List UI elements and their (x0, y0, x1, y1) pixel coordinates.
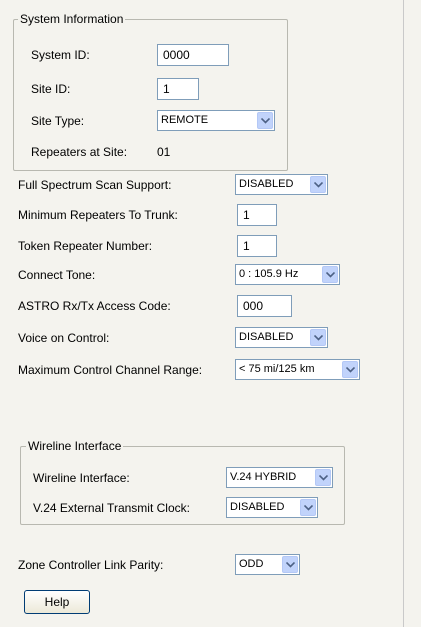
system-id-label: System ID: (31, 48, 90, 62)
parity-label: Zone Controller Link Parity: (18, 558, 164, 572)
transmit-clock-label: V.24 External Transmit Clock: (33, 501, 190, 515)
min-repeaters-input[interactable]: 1 (237, 204, 277, 226)
chevron-down-icon[interactable] (310, 329, 326, 346)
transmit-clock-select[interactable]: DISABLED (226, 497, 318, 518)
full-spectrum-select[interactable]: DISABLED (235, 174, 328, 195)
help-button[interactable]: Help (24, 590, 90, 614)
wireline-interface-select[interactable]: V.24 HYBRID (226, 467, 333, 488)
astro-label: ASTRO Rx/Tx Access Code: (18, 299, 171, 313)
chevron-down-icon[interactable] (310, 176, 326, 193)
panel-edge (403, 0, 404, 627)
voice-control-select[interactable]: DISABLED (235, 327, 328, 348)
chevron-down-icon[interactable] (257, 112, 273, 129)
chevron-down-icon[interactable] (315, 469, 331, 486)
wireline-interface-value: V.24 HYBRID (230, 471, 297, 483)
transmit-clock-value: DISABLED (230, 501, 285, 513)
token-repeater-input[interactable]: 1 (237, 235, 277, 257)
connect-tone-select[interactable]: 0 : 105.9 Hz (235, 264, 340, 285)
site-id-input[interactable]: 1 (157, 78, 199, 100)
site-type-label: Site Type: (31, 114, 85, 128)
connect-tone-value: 0 : 105.9 Hz (239, 268, 299, 280)
voice-control-label: Voice on Control: (18, 331, 110, 345)
chevron-down-icon[interactable] (282, 556, 298, 573)
parity-select[interactable]: ODD (235, 554, 300, 575)
system-info-legend: System Information (18, 12, 126, 26)
max-range-label: Maximum Control Channel Range: (18, 363, 203, 377)
full-spectrum-value: DISABLED (239, 178, 294, 190)
token-repeater-label: Token Repeater Number: (18, 239, 153, 253)
voice-control-value: DISABLED (239, 331, 294, 343)
full-spectrum-label: Full Spectrum Scan Support: (18, 178, 172, 192)
site-type-select[interactable]: REMOTE (157, 110, 275, 131)
astro-input[interactable]: 000 (237, 295, 292, 317)
chevron-down-icon[interactable] (300, 499, 316, 516)
parity-value: ODD (239, 558, 264, 570)
system-id-input[interactable]: 0000 (157, 44, 229, 66)
chevron-down-icon[interactable] (342, 361, 358, 378)
wireline-interface-label: Wireline Interface: (33, 471, 130, 485)
repeaters-value: 01 (157, 145, 171, 159)
connect-tone-label: Connect Tone: (18, 268, 96, 282)
wireline-legend: Wireline Interface (26, 439, 124, 453)
max-range-select[interactable]: < 75 mi/125 km (235, 359, 360, 380)
min-repeaters-label: Minimum Repeaters To Trunk: (18, 208, 178, 222)
max-range-value: < 75 mi/125 km (239, 363, 315, 375)
site-type-value: REMOTE (161, 114, 209, 126)
site-id-label: Site ID: (31, 82, 71, 96)
chevron-down-icon[interactable] (322, 266, 338, 283)
config-panel: System Information System ID: 0000 Site … (0, 0, 421, 627)
repeaters-label: Repeaters at Site: (31, 145, 128, 159)
